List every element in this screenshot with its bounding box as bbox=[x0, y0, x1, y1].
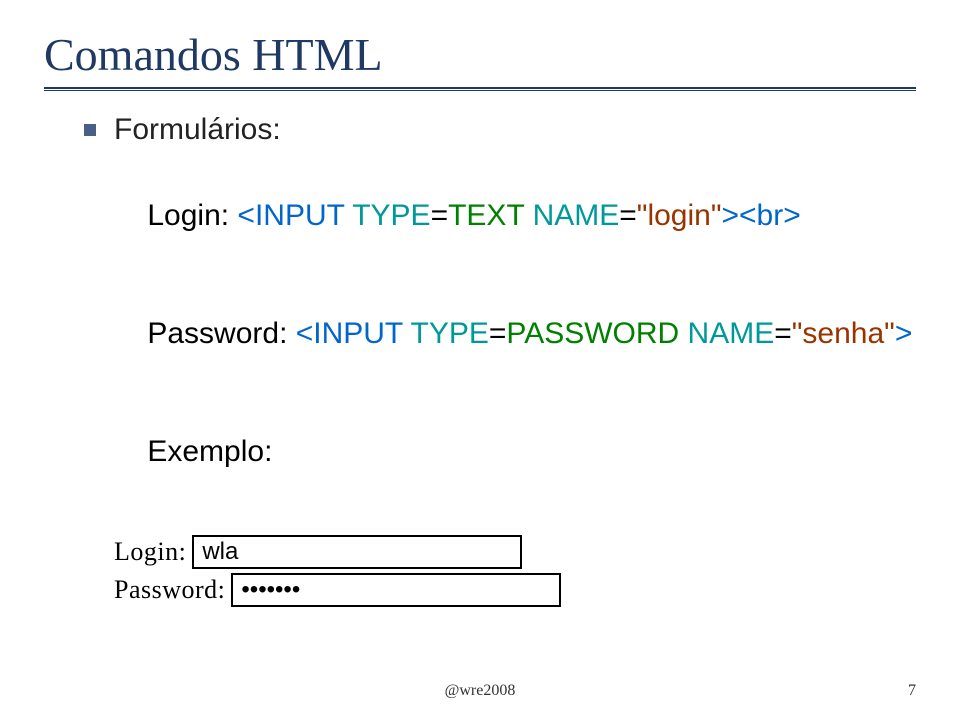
bullet-row: Formulários: bbox=[84, 113, 916, 147]
example-label: Exemplo: bbox=[114, 401, 916, 503]
title-underline bbox=[44, 87, 916, 91]
code-val-name: "senha" bbox=[792, 317, 895, 350]
code-prefix: Login: bbox=[147, 199, 237, 232]
code-eq: = bbox=[619, 199, 637, 232]
example-label-text: Exemplo: bbox=[147, 435, 272, 468]
code-eq: = bbox=[774, 317, 792, 350]
code-prefix: Password: bbox=[147, 317, 295, 350]
code-attr-name: NAME bbox=[533, 199, 620, 232]
code-eq: = bbox=[489, 317, 507, 350]
footer-text: @wre2008 bbox=[0, 682, 960, 700]
code-line-login: Login: <INPUT TYPE=TEXT NAME="login"><br… bbox=[114, 165, 916, 267]
code-space bbox=[679, 317, 687, 350]
login-label: Login: bbox=[114, 537, 186, 567]
code-tag-close: > bbox=[895, 317, 913, 350]
page-number: 7 bbox=[908, 682, 916, 700]
code-tag-close: ><br> bbox=[721, 199, 800, 232]
code-tag-open: <INPUT bbox=[237, 199, 352, 232]
login-input[interactable] bbox=[192, 535, 522, 569]
code-line-password: Password: <INPUT TYPE=PASSWORD NAME="sen… bbox=[114, 283, 916, 385]
password-label: Password: bbox=[114, 575, 225, 605]
code-val-type: TEXT bbox=[448, 199, 524, 232]
example-row-login: Login: bbox=[114, 535, 916, 569]
code-attr-type: TYPE bbox=[352, 199, 430, 232]
bullet-text: Formulários: bbox=[114, 113, 281, 147]
code-eq: = bbox=[431, 199, 449, 232]
code-attr-name: NAME bbox=[688, 317, 775, 350]
code-val-name: "login" bbox=[637, 199, 722, 232]
code-tag-open: <INPUT bbox=[296, 317, 411, 350]
example-row-password: Password: bbox=[114, 573, 916, 607]
bullet-icon bbox=[84, 124, 96, 136]
code-space bbox=[524, 199, 532, 232]
code-val-type: PASSWORD bbox=[506, 317, 679, 350]
code-attr-type: TYPE bbox=[411, 317, 489, 350]
password-input[interactable] bbox=[231, 573, 561, 607]
page-title: Comandos HTML bbox=[44, 28, 916, 81]
example-form: Login: Password: bbox=[114, 535, 916, 607]
